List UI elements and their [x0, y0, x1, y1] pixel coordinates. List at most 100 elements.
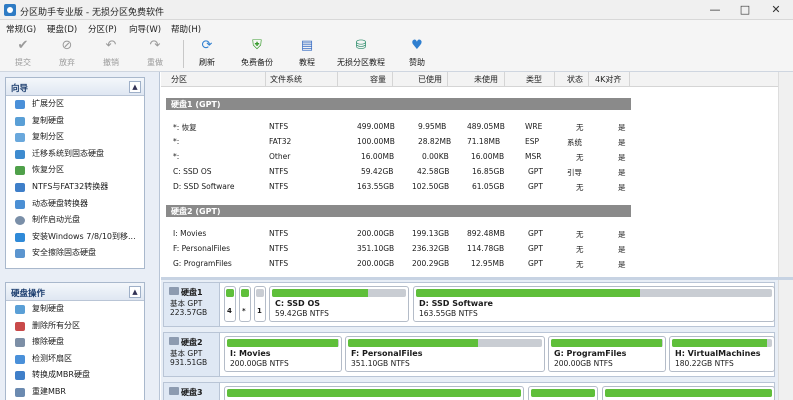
disk2-info[interactable]: 硬盘2 基本 GPT 931.51GB — [164, 333, 220, 376]
col-free[interactable]: 未使用 — [474, 74, 498, 85]
wizard-item-boot-cd[interactable]: 制作启动光盘 — [6, 212, 144, 229]
maximize-button[interactable]: □ — [730, 1, 760, 19]
lossless-tutorial-button[interactable]: ⛁ 无损分区教程 — [333, 38, 389, 70]
discard-icon: ⊘ — [61, 38, 73, 53]
wizard-item-migrate-os[interactable]: 迁移系统到固态硬盘 — [6, 146, 144, 163]
redo-button[interactable]: ↷ 重做 — [138, 38, 172, 70]
dynamic-disk-icon — [15, 199, 25, 209]
wizard-item-ntfs-fat32[interactable]: NTFS与FAT32转换器 — [6, 179, 144, 196]
diskop-item-copy-disk[interactable]: 复制硬盘 — [6, 301, 144, 318]
partition-block[interactable] — [224, 386, 524, 400]
diskop-item-convert-mbr[interactable]: 转换成MBR硬盘 — [6, 367, 144, 384]
column-divider — [629, 72, 630, 87]
partition-block-h[interactable]: H: VirtualMachines 180.22GB NTFS — [669, 336, 775, 372]
usage-fill — [272, 289, 369, 297]
partition-block[interactable] — [602, 386, 775, 400]
table-row[interactable]: *: Other 16.00MB 0.00KB 16.00MB MSR 无 是 — [161, 150, 778, 165]
wizard-panel: 向导 ▲ 扩展分区 复制硬盘 复制分区 迁移系统到固态硬盘 恢复分区 NTFS与… — [5, 77, 145, 269]
close-button[interactable]: ✕ — [761, 1, 791, 19]
toolbar-separator — [183, 40, 184, 68]
collapse-icon[interactable]: ▲ — [129, 286, 141, 298]
hard-disk-icon — [169, 287, 179, 295]
table-row[interactable]: *: FAT32 100.00MB 28.82MB 71.18MB ESP 系统… — [161, 135, 778, 150]
menu-disk[interactable]: 硬盘(D) — [47, 23, 77, 35]
partition-block-f[interactable]: F: PersonalFiles 351.10GB NTFS — [345, 336, 545, 372]
column-divider — [554, 72, 555, 87]
erase-ssd-icon — [15, 249, 25, 259]
disk-map-scrollbar[interactable] — [778, 280, 793, 400]
wizard-item-copy-disk[interactable]: 复制硬盘 — [6, 113, 144, 130]
check-sector-icon — [15, 354, 25, 364]
col-capacity[interactable]: 容量 — [370, 74, 386, 85]
diskop-item-delete-all[interactable]: 删除所有分区 — [6, 318, 144, 335]
partition-table-header: 分区 文件系统 容量 已使用 未使用 类型 状态 4K对齐 — [161, 72, 778, 87]
disk2-map-row: 硬盘2 基本 GPT 931.51GB I: Movies 200.00GB N… — [163, 332, 775, 377]
table-row[interactable]: I: Movies NTFS 200.00GB 199.13GB 892.48M… — [161, 227, 778, 242]
table-row[interactable]: G: ProgramFiles NTFS 200.00GB 200.29GB 1… — [161, 257, 778, 272]
disk-ops-panel: 硬盘操作 ▲ 复制硬盘 删除所有分区 擦除硬盘 检测坏扇区 转换成MBR硬盘 重… — [5, 282, 145, 400]
usage-fill — [672, 339, 767, 347]
table-row[interactable]: D: SSD Software NTFS 163.55GB 102.50GB 6… — [161, 180, 778, 195]
menu-partition[interactable]: 分区(P) — [88, 23, 117, 35]
col-4k-align[interactable]: 4K对齐 — [595, 74, 621, 85]
menu-wizard[interactable]: 向导(W) — [129, 23, 161, 35]
discard-button[interactable]: ⊘ 放弃 — [50, 38, 84, 70]
title-bar: 分区助手专业版 - 无损分区免费软件 — □ ✕ — [0, 0, 793, 20]
diskop-item-check-bad-sectors[interactable]: 检测坏扇区 — [6, 351, 144, 368]
usage-fill — [226, 289, 234, 297]
menu-general[interactable]: 常规(G) — [6, 23, 36, 35]
wizard-item-dynamic-disk[interactable]: 动态硬盘转换器 — [6, 196, 144, 213]
delete-icon — [15, 321, 25, 331]
table-row[interactable]: F: PersonalFiles NTFS 351.10GB 236.32GB … — [161, 242, 778, 257]
wizard-item-copy-partition[interactable]: 复制分区 — [6, 129, 144, 146]
col-filesystem[interactable]: 文件系统 — [270, 74, 302, 85]
commit-button[interactable]: ✔ 提交 — [6, 38, 40, 70]
table-row[interactable]: C: SSD OS NTFS 59.42GB 42.58GB 16.85GB G… — [161, 165, 778, 180]
col-used[interactable]: 已使用 — [418, 74, 442, 85]
donate-button[interactable]: ♥ 赞助 — [402, 38, 432, 70]
undo-button[interactable]: ↶ 撤销 — [94, 38, 128, 70]
wizard-item-recover-partition[interactable]: 恢复分区 — [6, 162, 144, 179]
disk-ops-panel-header: 硬盘操作 ▲ — [6, 283, 144, 301]
partition-block-c[interactable]: C: SSD OS 59.42GB NTFS — [269, 286, 409, 322]
disk-map: 硬盘1 基本 GPT 223.57GB 4 * 1 C: SSD OS 59.4… — [161, 280, 793, 400]
partition-block-i[interactable]: I: Movies 200.00GB NTFS — [224, 336, 342, 372]
partition-block[interactable]: * — [239, 286, 251, 322]
column-divider — [392, 72, 393, 87]
col-type[interactable]: 类型 — [526, 74, 542, 85]
col-status[interactable]: 状态 — [567, 74, 583, 85]
extend-icon — [15, 100, 25, 109]
partition-block-g[interactable]: G: ProgramFiles 200.00GB NTFS — [548, 336, 666, 372]
heart-icon: ♥ — [411, 38, 423, 53]
wizard-item-secure-erase[interactable]: 安全擦除固态硬盘 — [6, 245, 144, 262]
partition-block[interactable]: 4 — [224, 286, 236, 322]
wizard-item-install-windows[interactable]: 安装Windows 7/8/10到移... — [6, 229, 144, 246]
diskop-item-wipe-disk[interactable]: 擦除硬盘 — [6, 334, 144, 351]
hard-disk-icon — [169, 387, 179, 395]
col-partition[interactable]: 分区 — [171, 74, 187, 85]
diskop-item-rebuild-mbr[interactable]: 重建MBR — [6, 384, 144, 400]
partition-block[interactable] — [528, 386, 598, 400]
windows-icon — [15, 232, 25, 242]
partition-block[interactable]: 1 — [254, 286, 266, 322]
table-row[interactable]: *: 恢复 NTFS 499.00MB 9.95MB 489.05MB WRE … — [161, 120, 778, 135]
undo-icon: ↶ — [105, 38, 117, 53]
wizard-panel-title: 向导 — [11, 84, 29, 94]
disk2-group-header: 硬盘2 (GPT) — [166, 205, 631, 217]
wizard-item-extend-partition[interactable]: 扩展分区 — [6, 96, 144, 113]
collapse-icon[interactable]: ▲ — [129, 81, 141, 93]
migrate-icon — [15, 149, 25, 159]
menu-help[interactable]: 帮助(H) — [171, 23, 201, 35]
disk1-info[interactable]: 硬盘1 基本 GPT 223.57GB — [164, 283, 220, 326]
main-content: 分区 文件系统 容量 已使用 未使用 类型 状态 4K对齐 硬盘1 (GPT) … — [161, 72, 793, 400]
usage-fill — [348, 339, 478, 347]
free-backup-button[interactable]: ⛨ 免费备份 — [235, 38, 279, 70]
disk3-info[interactable]: 硬盘3 — [164, 383, 220, 400]
partition-block-d[interactable]: D: SSD Software 163.55GB NTFS — [413, 286, 775, 322]
tutorial-button[interactable]: ▤ 教程 — [292, 38, 322, 70]
table-scrollbar[interactable] — [778, 72, 793, 277]
disk1-map-row: 硬盘1 基本 GPT 223.57GB 4 * 1 C: SSD OS 59.4… — [163, 282, 775, 327]
partition-marker-star: * — [242, 307, 246, 315]
minimize-button[interactable]: — — [700, 1, 730, 19]
refresh-button[interactable]: ⟳ 刷新 — [192, 38, 222, 70]
